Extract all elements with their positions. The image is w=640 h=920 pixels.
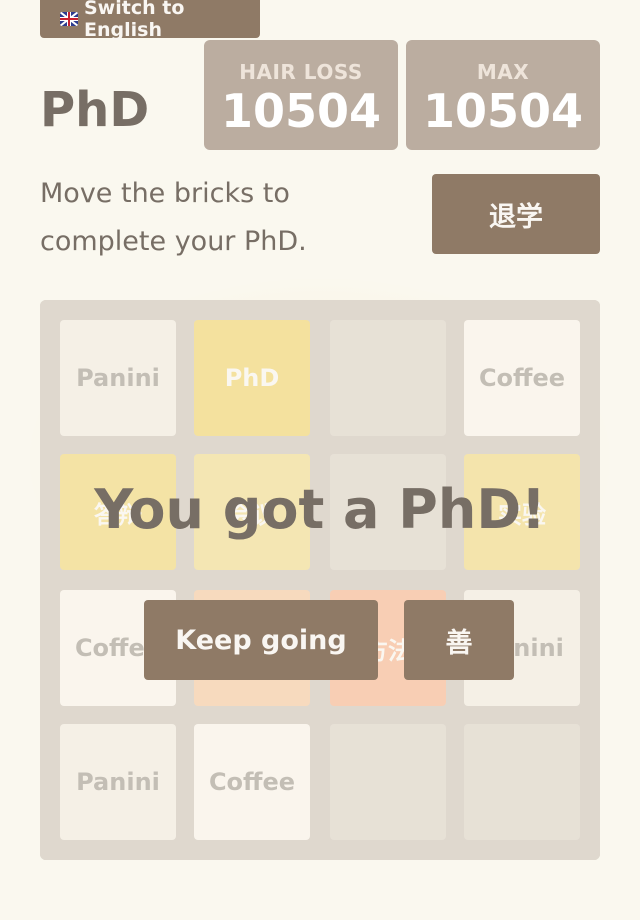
hair-loss-score-box: HAIR LOSS 10504	[204, 40, 398, 150]
quit-button[interactable]: 退学	[432, 174, 600, 254]
keep-going-button[interactable]: Keep going	[144, 600, 378, 680]
game-page: Switch to English PhD HAIR LOSS 10504 MA…	[0, 0, 640, 920]
win-message: You got a PhD!	[94, 478, 546, 541]
switch-language-button[interactable]: Switch to English	[40, 0, 260, 41]
max-score-value: 10504	[422, 84, 584, 138]
page-title: PhD	[40, 82, 150, 138]
hair-loss-value: 10504	[220, 84, 382, 138]
uk-flag-icon	[60, 12, 78, 26]
good-button[interactable]: 善	[404, 600, 514, 680]
max-score-label: MAX	[476, 60, 530, 84]
max-score-box: MAX 10504	[406, 40, 600, 150]
game-won-overlay: You got a PhD! Keep going 善	[40, 300, 600, 860]
game-intro: Move the bricks to complete your PhD.	[40, 178, 307, 257]
hair-loss-label: HAIR LOSS	[239, 60, 363, 84]
switch-language-label: Switch to English	[84, 0, 185, 41]
